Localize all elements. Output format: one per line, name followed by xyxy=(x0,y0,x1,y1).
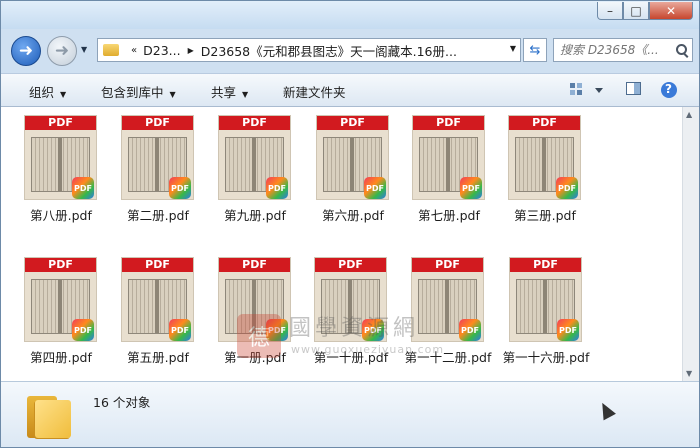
pdf-reader-icon: PDF xyxy=(169,319,191,341)
forward-button[interactable]: ➜ xyxy=(47,36,77,66)
file-item[interactable]: PDF PDF 第七册.pdf xyxy=(399,115,499,235)
explorer-window: – □ ✕ ➜ ➜ ▼ « D23... ▶ D23658《元和郡县图志》天一阁… xyxy=(0,0,700,448)
pdf-band: PDF xyxy=(219,258,290,272)
include-in-library-label: 包含到库中 xyxy=(101,85,164,100)
pdf-band: PDF xyxy=(510,258,581,272)
pdf-band: PDF xyxy=(412,258,483,272)
file-item[interactable]: PDF PDF 第六册.pdf xyxy=(303,115,403,235)
pdf-reader-icon: PDF xyxy=(556,177,578,199)
pdf-reader-icon: PDF xyxy=(72,177,94,199)
breadcrumb-separator-icon[interactable]: ▶ xyxy=(188,46,194,55)
pdf-reader-icon: PDF xyxy=(169,177,191,199)
file-item[interactable]: PDF PDF 第四册.pdf xyxy=(11,257,111,377)
maximize-button[interactable]: □ xyxy=(623,2,649,20)
vertical-scrollbar[interactable]: ▲ ▼ xyxy=(682,107,699,381)
pdf-reader-icon: PDF xyxy=(72,319,94,341)
address-dropdown-icon[interactable]: ▼ xyxy=(510,44,516,53)
search-box[interactable] xyxy=(553,38,693,62)
organize-label: 组织 xyxy=(29,85,55,100)
help-label: ? xyxy=(665,82,672,96)
breadcrumb-item-root[interactable]: D23... xyxy=(143,43,180,58)
forward-arrow-icon: ➜ xyxy=(54,41,70,61)
file-name[interactable]: 第三册.pdf xyxy=(485,205,605,224)
preview-pane-icon xyxy=(626,82,641,95)
file-list-view[interactable]: PDF PDF 第八册.pdf PDF PDF 第二册.pdf PDF PDF … xyxy=(1,107,682,381)
file-item[interactable]: PDF PDF 第二册.pdf xyxy=(108,115,208,235)
share-label: 共享 xyxy=(211,85,237,100)
pdf-reader-icon: PDF xyxy=(266,177,288,199)
close-button[interactable]: ✕ xyxy=(649,2,693,20)
new-folder-label: 新建文件夹 xyxy=(283,85,346,100)
item-count: 16 个对象 xyxy=(93,395,151,410)
details-pane: 16 个对象 xyxy=(1,381,699,447)
command-bar: 组织 ▼ 包含到库中 ▼ 共享 ▼ 新建文件夹 ? xyxy=(1,73,699,107)
watermark-title: 國學資源網 xyxy=(289,316,420,341)
include-in-library-menu[interactable]: 包含到库中 ▼ xyxy=(101,82,176,101)
folder-icon xyxy=(103,44,119,56)
back-arrow-icon: ➜ xyxy=(18,41,34,61)
folder-icon xyxy=(27,392,71,438)
pdf-reader-icon: PDF xyxy=(460,177,482,199)
watermark-url: www.guoxueziyuan.com xyxy=(291,343,445,356)
pdf-band: PDF xyxy=(25,258,96,272)
pdf-band: PDF xyxy=(315,258,386,272)
refresh-button[interactable]: ⇆ xyxy=(523,38,547,62)
file-item[interactable]: PDF PDF 第五册.pdf xyxy=(108,257,208,377)
pdf-band: PDF xyxy=(25,116,96,130)
search-input[interactable] xyxy=(560,43,676,57)
title-bar: – □ ✕ xyxy=(1,1,699,29)
share-menu[interactable]: 共享 ▼ xyxy=(211,82,248,101)
pdf-band: PDF xyxy=(122,258,193,272)
view-options-icon xyxy=(570,83,603,95)
file-item[interactable]: PDF PDF 第一十六册.pdf xyxy=(496,257,596,377)
watermark: 德 國學資源網 www.guoxueziyuan.com xyxy=(237,312,467,362)
file-name[interactable]: 第一十六册.pdf xyxy=(486,347,606,366)
breadcrumb-overflow[interactable]: « xyxy=(131,45,137,56)
navigation-bar: ➜ ➜ ▼ « D23... ▶ D23658《元和郡县图志》天一阁藏本.16册… xyxy=(1,33,699,69)
refresh-icon: ⇆ xyxy=(529,42,541,58)
organize-menu[interactable]: 组织 ▼ xyxy=(29,82,66,101)
file-item[interactable]: PDF PDF 第九册.pdf xyxy=(205,115,305,235)
change-view-button[interactable] xyxy=(568,80,608,103)
back-button[interactable]: ➜ xyxy=(11,36,41,66)
minimize-button[interactable]: – xyxy=(597,2,623,20)
scroll-down-icon[interactable]: ▼ xyxy=(686,369,692,378)
file-item[interactable]: PDF PDF 第三册.pdf xyxy=(495,115,595,235)
pdf-band: PDF xyxy=(219,116,290,130)
scroll-up-icon[interactable]: ▲ xyxy=(686,110,692,119)
pdf-reader-icon: PDF xyxy=(364,177,386,199)
address-bar[interactable]: « D23... ▶ D23658《元和郡县图志》天一阁藏本.16册... ▼ xyxy=(97,38,521,62)
pdf-reader-icon: PDF xyxy=(557,319,579,341)
chevron-down-icon: ▼ xyxy=(169,90,176,99)
pdf-band: PDF xyxy=(122,116,193,130)
breadcrumb-item-current[interactable]: D23658《元和郡县图志》天一阁藏本.16册... xyxy=(201,41,457,60)
pdf-band: PDF xyxy=(509,116,580,130)
recent-pages-dropdown-icon[interactable]: ▼ xyxy=(81,45,87,54)
chevron-down-icon: ▼ xyxy=(60,90,67,99)
pdf-band: PDF xyxy=(317,116,388,130)
file-item[interactable]: PDF PDF 第八册.pdf xyxy=(11,115,111,235)
watermark-seal-icon: 德 xyxy=(237,314,281,358)
pdf-band: PDF xyxy=(413,116,484,130)
preview-pane-button[interactable] xyxy=(625,80,643,101)
mouse-cursor-icon xyxy=(596,399,616,421)
window-controls: – □ ✕ xyxy=(597,2,693,20)
search-icon[interactable] xyxy=(676,44,688,56)
help-button[interactable]: ? xyxy=(659,80,679,103)
new-folder-button[interactable]: 新建文件夹 xyxy=(283,82,346,101)
chevron-down-icon: ▼ xyxy=(242,90,249,99)
